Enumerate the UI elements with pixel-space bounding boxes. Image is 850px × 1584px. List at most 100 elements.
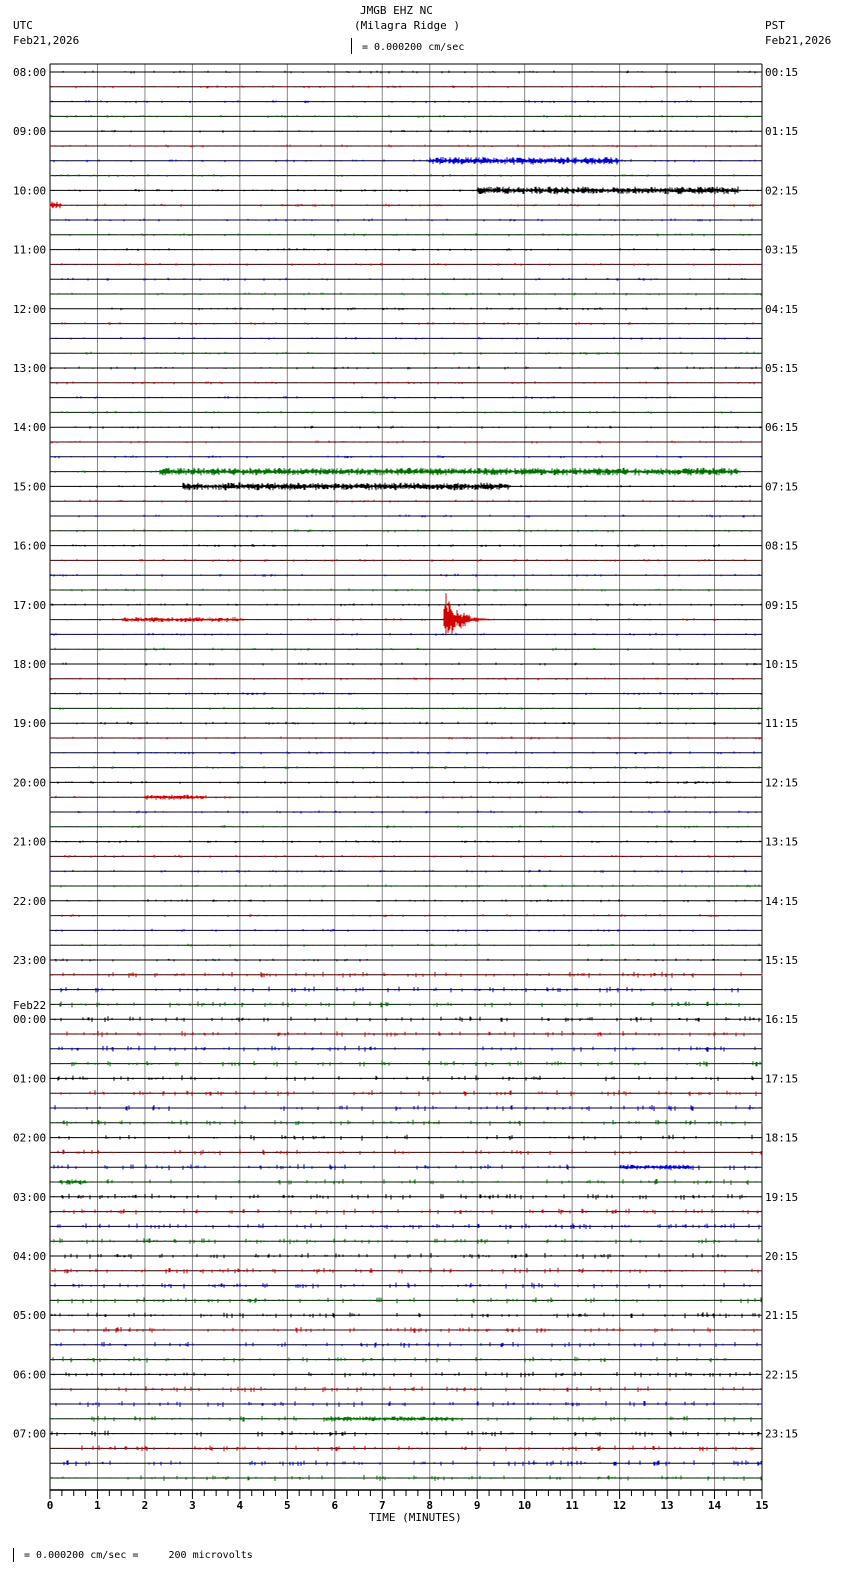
trace-signal-19 [49, 351, 763, 355]
x-tick-label: 7 [379, 1499, 386, 1512]
x-tick-label: 1 [94, 1499, 101, 1512]
x-tick-label: 14 [708, 1499, 722, 1512]
pst-hour-label: 18:15 [765, 1132, 798, 1145]
trace-signal-33 [49, 558, 763, 562]
x-tick-label: 13 [660, 1499, 673, 1512]
trace-signal-65 [49, 1031, 763, 1037]
helicorder-plot: 08:00 09:00 10:00 11:00 12:00 13:00 14:00 15:00… [13, 63, 798, 1512]
x-tick-label: 5 [284, 1499, 291, 1512]
pst-hour-label: 05:15 [765, 362, 798, 375]
trace-signal-75 [50, 1179, 763, 1185]
utc-hour-label: 20:00 [13, 776, 46, 789]
x-tick-label: 2 [142, 1499, 149, 1512]
utc-hour-label: 08:00 [13, 66, 46, 79]
x-tick-label: 15 [755, 1499, 768, 1512]
utc-hour-label: 21:00 [13, 836, 46, 849]
trace-signal-44 [49, 721, 763, 725]
utc-hour-label: 03:00 [13, 1191, 46, 1204]
trace-signal-27 [49, 467, 762, 476]
x-tick-label: 12 [613, 1499, 626, 1512]
trace-signal-4 [49, 129, 763, 133]
pst-hour-label: 08:15 [765, 540, 798, 553]
trace-signal-58 [49, 928, 762, 932]
trace-signal-16 [49, 307, 763, 311]
trace-signal-31 [49, 529, 763, 533]
trace-signal-41 [50, 677, 763, 681]
trace-signal-60 [50, 958, 763, 962]
pst-hour-label: 23:15 [765, 1428, 798, 1441]
trace-signal-50 [49, 810, 763, 814]
trace-signal-78 [49, 1223, 763, 1230]
trace-signal-14 [49, 277, 763, 281]
trace-signal-86 [50, 1341, 763, 1348]
utc-hour-label: 14:00 [13, 421, 46, 434]
pst-hour-label: 21:15 [765, 1309, 798, 1322]
trace-signal-8 [49, 186, 763, 195]
pst-hour-label: 09:15 [765, 599, 798, 612]
pst-hour-label: 17:15 [765, 1072, 798, 1085]
trace-signal-53 [49, 854, 763, 858]
utc-hour-label: 12:00 [13, 303, 46, 316]
utc-hour-label: 18:00 [13, 658, 46, 671]
trace-signal-42 [49, 692, 763, 695]
pst-hour-label: 04:15 [765, 303, 798, 316]
trace-signal-49 [49, 794, 763, 800]
trace-signal-51 [49, 825, 763, 829]
trace-signal-57 [49, 914, 763, 918]
pst-hour-label: 00:15 [765, 66, 798, 79]
x-tick-label: 6 [331, 1499, 338, 1512]
x-tick-label: 8 [426, 1499, 433, 1512]
date-change-label: Feb22 [13, 999, 46, 1012]
trace-signal-3 [49, 114, 763, 118]
trace-signal-0 [49, 70, 763, 74]
utc-hour-label: 13:00 [13, 362, 46, 375]
utc-hour-label: 15:00 [13, 480, 46, 493]
pst-hour-label: 11:15 [765, 717, 798, 730]
pst-hour-label: 03:15 [765, 244, 798, 257]
utc-hour-label: 05:00 [13, 1309, 46, 1322]
utc-hour-label: 17:00 [13, 599, 46, 612]
utc-hour-label: 07:00 [13, 1428, 46, 1441]
pst-hour-label: 06:15 [765, 421, 798, 434]
trace-signal-2 [49, 100, 762, 104]
utc-hour-label: 10:00 [13, 184, 46, 197]
trace-signal-94 [49, 1460, 763, 1467]
pst-hour-label: 02:15 [765, 184, 798, 197]
trace-signal-55 [49, 884, 763, 888]
trace-signal-9 [49, 201, 763, 209]
trace-signal-92 [49, 1430, 763, 1437]
trace-signal-32 [49, 544, 762, 548]
utc-hour-label: 16:00 [13, 540, 46, 553]
trace-signal-80 [49, 1253, 763, 1259]
pst-hour-label: 12:15 [765, 776, 798, 789]
pst-hour-label: 10:15 [765, 658, 798, 671]
utc-hour-label: 01:00 [13, 1072, 46, 1085]
utc-hour-label: 11:00 [13, 244, 46, 257]
pst-hour-label: 07:15 [765, 480, 798, 493]
trace-signal-87 [49, 1356, 763, 1363]
x-tick-label: 9 [474, 1499, 481, 1512]
trace-signal-26 [49, 455, 763, 459]
utc-hour-label: 06:00 [13, 1368, 46, 1381]
trace-signal-21 [49, 381, 763, 385]
pst-hour-label: 20:15 [765, 1250, 798, 1263]
trace-signal-28 [49, 482, 763, 491]
utc-hour-label: 00:00 [13, 1013, 46, 1026]
pst-hour-label: 16:15 [765, 1013, 798, 1026]
utc-hour-label: 04:00 [13, 1250, 46, 1263]
trace-signal-68 [49, 1075, 763, 1082]
trace-signal-34 [49, 573, 763, 577]
trace-signal-22 [53, 396, 763, 400]
trace-signal-66 [49, 1045, 763, 1052]
trace-signal-43 [49, 706, 763, 710]
trace-signal-89 [49, 1386, 763, 1393]
trace-signal-10 [49, 218, 763, 222]
pst-hour-label: 22:15 [765, 1368, 798, 1381]
pst-hour-label: 14:15 [765, 895, 798, 908]
trace-signal-37 [49, 593, 763, 636]
trace-signal-61 [50, 971, 763, 978]
x-tick-label: 11 [566, 1499, 580, 1512]
utc-hour-label: 22:00 [13, 895, 46, 908]
pst-hour-label: 19:15 [765, 1191, 798, 1204]
trace-signal-76 [49, 1193, 763, 1200]
